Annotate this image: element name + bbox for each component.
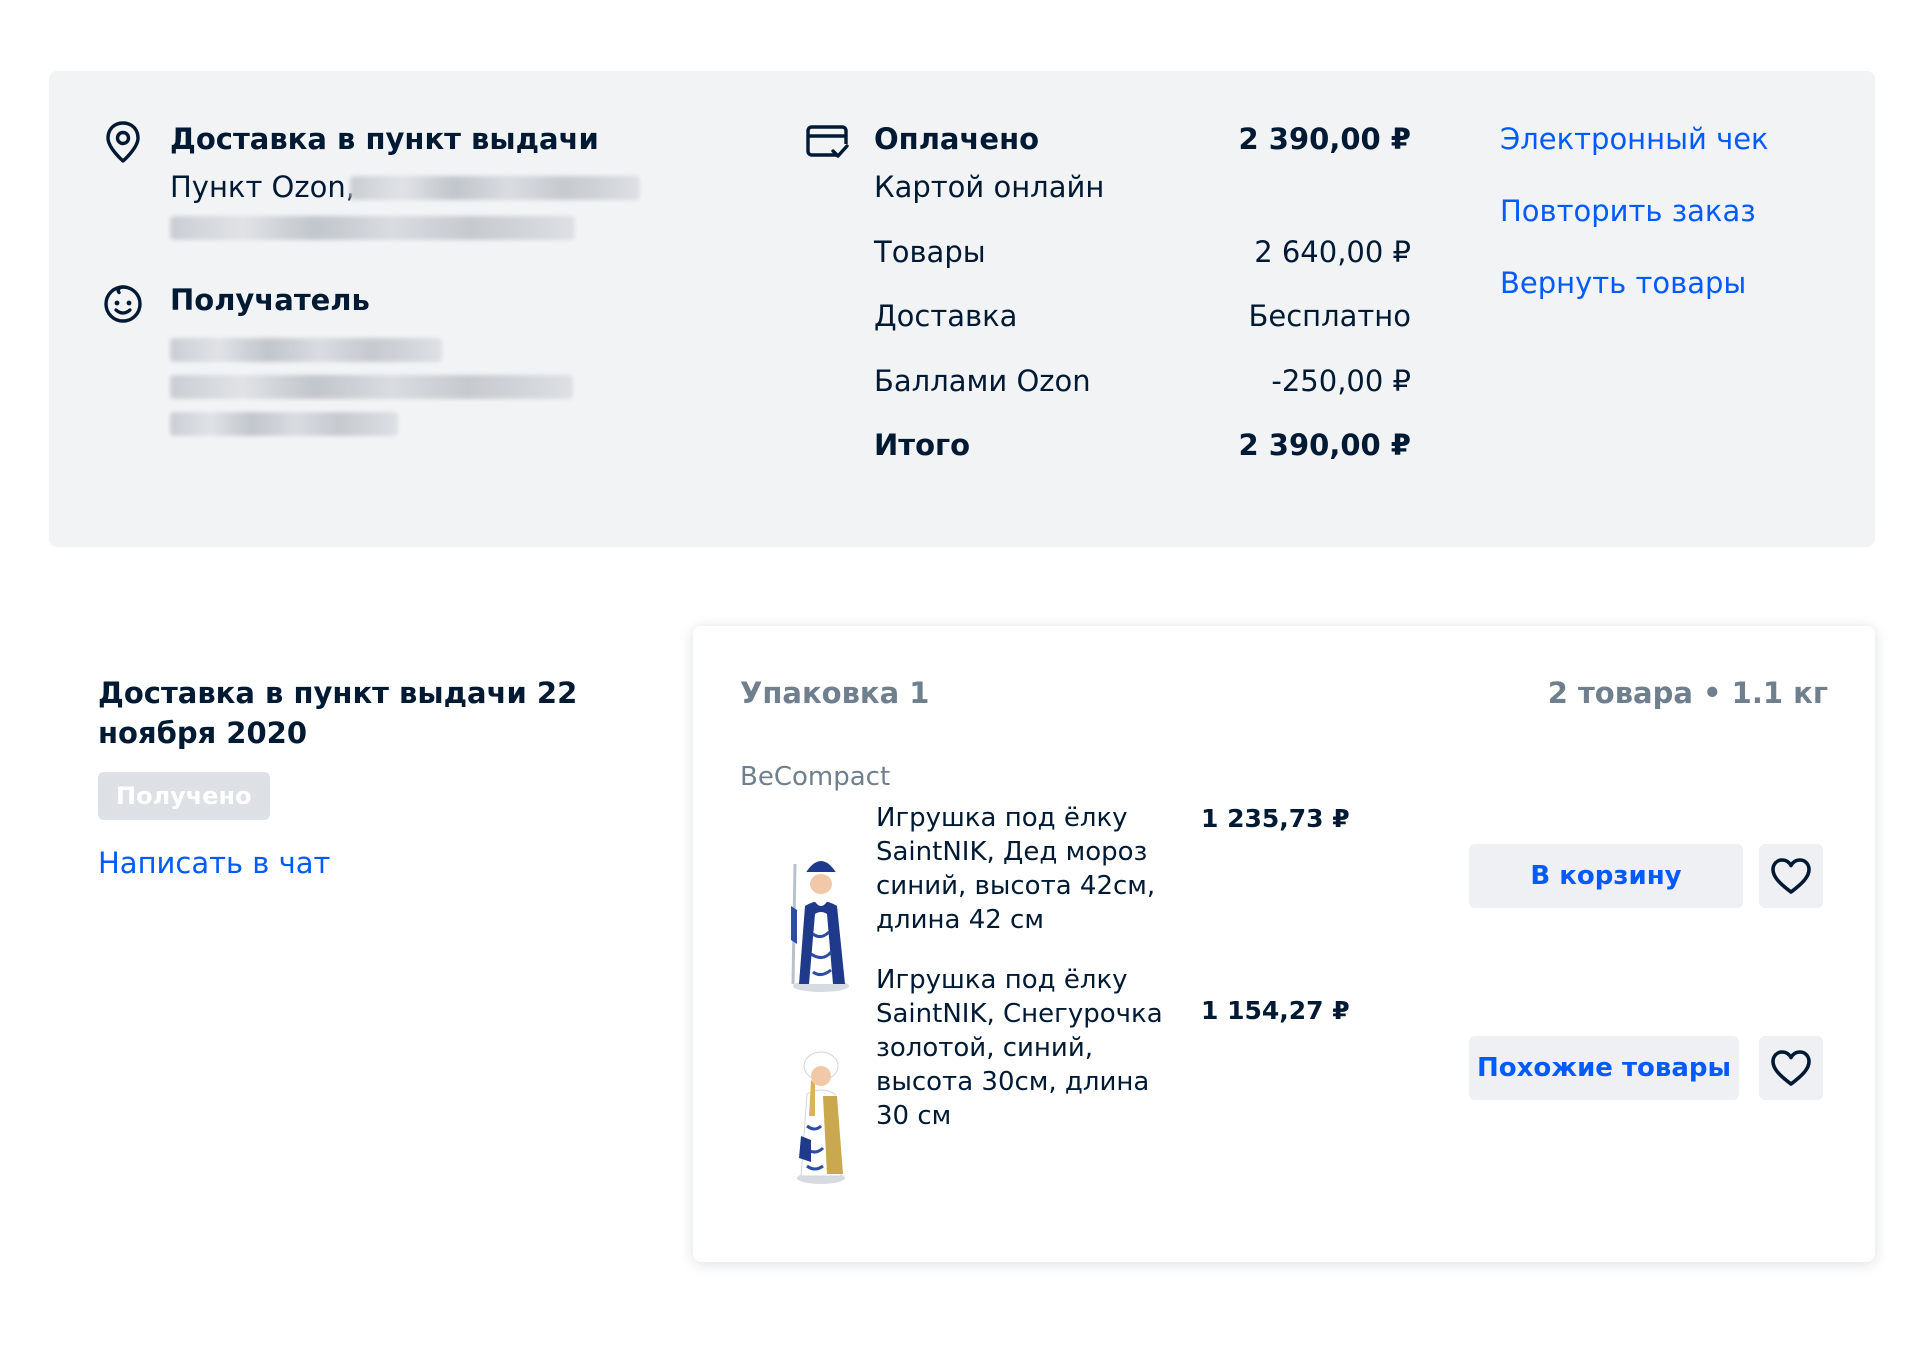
payment-row-label: Доставка: [874, 299, 1018, 333]
payment-title: Оплачено: [874, 122, 1040, 156]
favorite-button[interactable]: [1759, 844, 1823, 908]
payment-row-value: -250,00 ₽: [1271, 364, 1411, 398]
delivery-address-redacted: [350, 176, 640, 200]
recipient-name-redacted: [170, 338, 442, 362]
repeat-order-link[interactable]: Повторить заказ: [1500, 194, 1756, 228]
product-image-ded-moroz[interactable]: [771, 844, 871, 994]
package-summary: 2 товара • 1.1 кг: [1547, 676, 1828, 710]
package-title: Упаковка 1: [740, 676, 930, 710]
shipment-title-line1: Доставка в пункт выдачи 22: [98, 676, 578, 710]
payment-row-value: Бесплатно: [1248, 299, 1411, 333]
product-name[interactable]: Игрушка под ёлку SaintNIK, Дед мороз син…: [876, 801, 1176, 937]
package-card: Упаковка 1 2 товара • 1.1 кг BeCompact И…: [693, 626, 1875, 1262]
shipment-title-line2: ноября 2020: [98, 716, 308, 750]
favorite-button[interactable]: [1759, 1036, 1823, 1100]
payment-paid-amount: 2 390,00 ₽: [1238, 122, 1411, 156]
write-to-chat-link[interactable]: Написать в чат: [98, 846, 330, 880]
seller-name[interactable]: BeCompact: [740, 762, 890, 792]
delivery-address-prefix: Пункт Ozon,: [170, 170, 355, 204]
product-price: 1 235,73 ₽: [1201, 804, 1350, 833]
delivery-address-redacted-line2: [170, 216, 575, 240]
recipient-email-redacted: [170, 375, 573, 399]
heart-icon: [1771, 1050, 1811, 1086]
product-name[interactable]: Игрушка под ёлку SaintNIK, Снегурочка зо…: [876, 963, 1176, 1133]
heart-icon: [1771, 858, 1811, 894]
payment-total-label: Итого: [874, 428, 971, 462]
return-items-link[interactable]: Вернуть товары: [1500, 266, 1746, 300]
recipient-phone-redacted: [170, 412, 398, 436]
add-to-cart-button[interactable]: В корзину: [1469, 844, 1743, 908]
location-pin-icon: [106, 121, 140, 163]
recipient-title: Получатель: [170, 283, 370, 317]
payment-total-value: 2 390,00 ₽: [1238, 428, 1411, 462]
payment-row-value: 2 640,00 ₽: [1254, 235, 1411, 269]
delivery-title: Доставка в пункт выдачи: [170, 122, 599, 156]
electronic-receipt-link[interactable]: Электронный чек: [1500, 122, 1769, 156]
payment-row-label: Товары: [874, 235, 986, 269]
order-summary-panel: Доставка в пункт выдачи Пункт Ozon, Полу…: [49, 71, 1875, 547]
status-badge: Получено: [98, 772, 270, 820]
product-price: 1 154,27 ₽: [1201, 996, 1350, 1025]
card-paid-icon: [806, 125, 849, 158]
product-image-snegurochka[interactable]: [771, 1036, 871, 1186]
payment-method: Картой онлайн: [874, 170, 1105, 204]
similar-products-button[interactable]: Похожие товары: [1469, 1036, 1739, 1100]
recipient-face-icon: [104, 285, 142, 323]
